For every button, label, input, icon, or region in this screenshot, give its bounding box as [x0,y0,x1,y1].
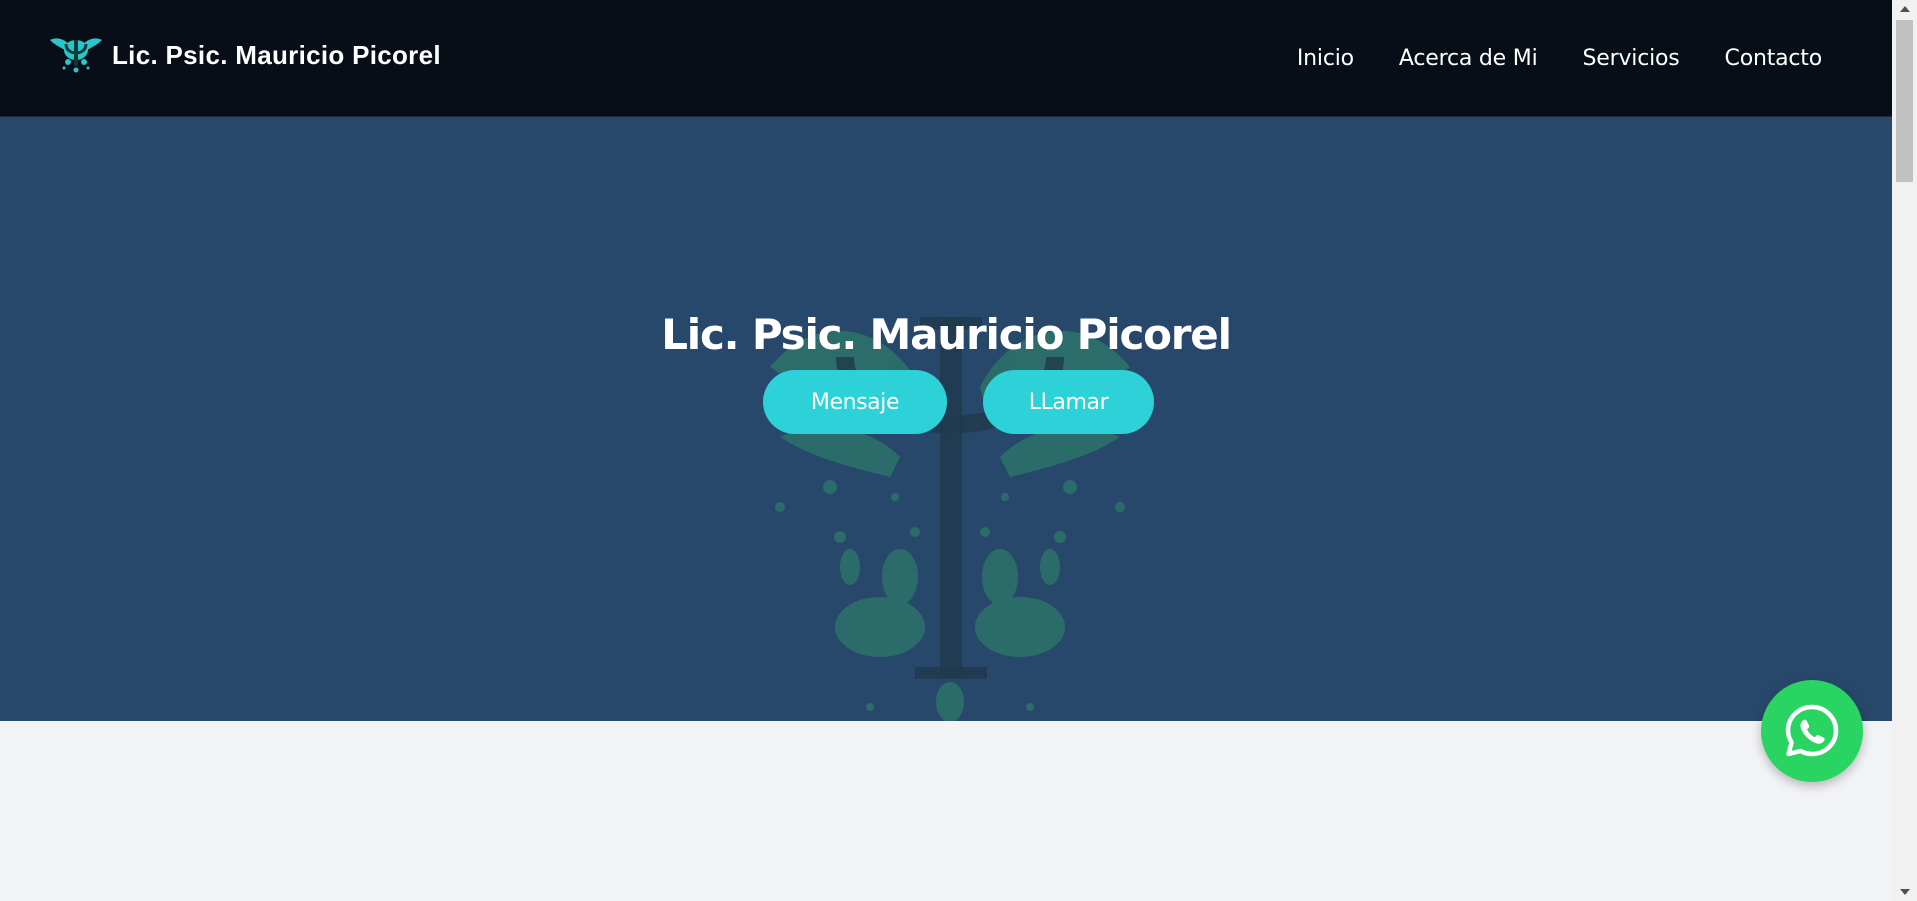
scroll-down-arrow-icon[interactable] [1892,883,1917,901]
whatsapp-button[interactable] [1761,680,1863,782]
brand-title: Lic. Psic. Mauricio Picorel [112,39,441,70]
brand-link[interactable]: Lic. Psic. Mauricio Picorel [46,34,441,76]
scrollbar-thumb[interactable] [1896,20,1913,182]
page: Lic. Psic. Mauricio Picorel Inicio Acerc… [0,0,1917,901]
nav-item-acerca-de-mi[interactable]: Acerca de Mi [1399,46,1538,71]
hero-title: Lic. Psic. Mauricio Picorel [661,310,1232,360]
message-button[interactable]: Mensaje [763,370,947,434]
site-header: Lic. Psic. Mauricio Picorel Inicio Acerc… [0,0,1892,117]
nav-item-inicio[interactable]: Inicio [1297,46,1354,71]
psi-logo-icon [50,38,102,73]
main-nav: Inicio Acerca de Mi Servicios Contacto [1297,0,1822,117]
whatsapp-icon [1785,704,1839,757]
nav-item-contacto[interactable]: Contacto [1725,46,1823,71]
page-scrollbar[interactable] [1892,0,1917,901]
scroll-up-arrow-icon[interactable] [1892,0,1917,18]
call-button[interactable]: LLamar [983,370,1154,434]
hero-section: Lic. Psic. Mauricio Picorel Mensaje LLam… [0,117,1892,721]
hero-buttons: Mensaje LLamar [0,370,1892,434]
content-section [0,721,1892,901]
nav-item-servicios[interactable]: Servicios [1583,46,1680,71]
